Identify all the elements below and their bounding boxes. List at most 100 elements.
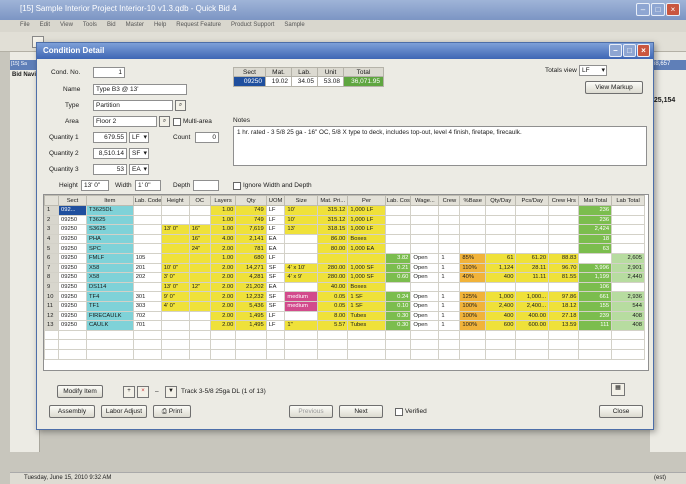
grid-cell-lab-code[interactable]: 301 xyxy=(132,291,162,302)
dialog-titlebar[interactable]: Condition Detail – □ × xyxy=(37,43,653,59)
grid-cell-lab-cost[interactable]: 0.24 xyxy=(384,291,412,302)
grid-cell-wage[interactable] xyxy=(410,243,440,254)
grid-cell-[interactable]: 2 xyxy=(44,214,59,226)
grid-cell-crew[interactable]: 1 xyxy=(438,291,461,302)
grid-cell-per[interactable]: 1,000 SF xyxy=(347,262,386,274)
grid-cell-pcs-day[interactable]: 11.11 xyxy=(515,272,550,283)
grid-cell-lab-cost[interactable]: 0.30 xyxy=(384,310,412,322)
grid-cell-lab-cost[interactable]: 0.21 xyxy=(384,262,412,274)
grid-column-header[interactable]: Mat. Pri... xyxy=(317,195,349,206)
grid-cell-crew-hrs[interactable] xyxy=(548,205,580,216)
totals-view-select[interactable]: LF xyxy=(579,65,607,76)
grid-row[interactable]: 13 09250 CAULK 701 2.00 1,495 LF 1" 5.57 Tubes 0.3… xyxy=(44,320,645,331)
view-markup-button[interactable]: View Markup xyxy=(585,81,643,94)
grid-cell-per[interactable]: Boxes xyxy=(347,233,386,245)
grid-row[interactable]: 9 09250 DS114 13' 0" 12" 2.00 21,202 EA 40.00 Box… xyxy=(44,281,645,293)
grid-cell-mat-pri[interactable]: 0.05 xyxy=(317,300,349,312)
grid-cell-mat-total[interactable]: 2,424 xyxy=(578,224,613,235)
grid-cell-mat-pri[interactable]: 318.15 xyxy=(317,224,349,235)
grid-cell-mat-total[interactable]: 236 xyxy=(578,205,613,216)
grid-cell-sect[interactable]: 09250 xyxy=(58,262,87,274)
grid-cell-mat-total[interactable]: 239 xyxy=(578,310,613,322)
grid-cell-layers[interactable]: 1.00 xyxy=(209,214,237,226)
grid-cell-wage[interactable]: Open xyxy=(410,320,440,331)
grid-cell-mat-pri[interactable]: 280.00 xyxy=(317,262,349,274)
grid-cell-qty-day[interactable]: 400 xyxy=(485,310,517,322)
grid-cell-layers[interactable]: 2.00 xyxy=(209,300,237,312)
grid-cell-sect[interactable]: 09250 xyxy=(58,272,87,283)
grid-cell-qty[interactable]: 749 xyxy=(235,205,267,216)
grid-cell-layers[interactable]: 2.00 xyxy=(209,272,237,283)
grid-cell-qty-day[interactable] xyxy=(485,243,517,254)
grid-column-header[interactable]: Crew xyxy=(438,195,461,206)
grid-cell-layers[interactable]: 2.00 xyxy=(209,291,237,302)
grid-column-header[interactable]: Lab Total xyxy=(611,195,645,206)
grid-cell-crew-hrs[interactable] xyxy=(548,214,580,226)
grid-row[interactable]: 6 09250 FMLF 105 1.00 680 LF 3.82 Open 1 85% 61 61.2… xyxy=(44,252,645,264)
grid-cell-height[interactable] xyxy=(160,252,190,264)
grid-cell-per[interactable]: 1 SF xyxy=(347,300,386,312)
grid-cell-mat-total[interactable]: 111 xyxy=(578,320,613,331)
grid-cell-sect[interactable]: 09250 xyxy=(58,224,87,235)
next-button[interactable]: Next xyxy=(339,405,383,418)
grid-cell-lab-cost[interactable] xyxy=(384,233,412,245)
grid-cell-item[interactable]: T3625DL xyxy=(86,205,134,216)
grid-cell-size[interactable]: 1" xyxy=(284,320,319,331)
modify-item-button[interactable]: Modify Item xyxy=(57,385,103,398)
grid-cell-[interactable]: 10 xyxy=(44,291,59,302)
grid-cell-crew[interactable]: 1 xyxy=(438,300,461,312)
grid-cell-height[interactable] xyxy=(160,214,190,226)
grid-cell-lab-code[interactable] xyxy=(132,224,162,235)
grid-cell-item[interactable]: DS114 xyxy=(86,281,134,293)
grid-cell-item[interactable]: TF4 xyxy=(86,291,134,302)
grid-cell-lab-cost[interactable] xyxy=(384,224,412,235)
grid-cell-crew-hrs[interactable] xyxy=(548,281,580,293)
grid-cell-base[interactable] xyxy=(459,233,487,245)
grid-cell-wage[interactable]: Open xyxy=(410,252,440,264)
grid-cell-layers[interactable]: 2.00 xyxy=(209,320,237,331)
grid-cell-mat-total[interactable]: 661 xyxy=(578,291,613,302)
grid-cell-lab-total[interactable] xyxy=(611,233,645,245)
grid-cell-item[interactable]: SPC xyxy=(86,243,134,254)
grid-column-header[interactable]: Qty xyxy=(235,195,267,206)
menu-item[interactable]: Tools xyxy=(83,22,97,30)
area-input[interactable]: Floor 2 xyxy=(93,116,157,127)
grid-cell-oc[interactable] xyxy=(188,205,211,216)
grid-cell-[interactable]: 12 xyxy=(44,310,59,322)
grid-cell-height[interactable] xyxy=(160,310,190,322)
grid-cell-[interactable]: 4 xyxy=(44,233,59,245)
grid-cell-[interactable]: 1 xyxy=(44,205,59,216)
quantity1-unit-select[interactable]: LF xyxy=(129,132,149,143)
grid-column-header[interactable]: Wage... xyxy=(410,195,440,206)
grid-cell-oc[interactable]: 16" xyxy=(188,233,211,245)
grid-cell-wage[interactable] xyxy=(410,281,440,293)
grid-cell-oc[interactable] xyxy=(188,291,211,302)
grid-cell-size[interactable] xyxy=(284,243,319,254)
grid-cell-mat-total[interactable]: 1,199 xyxy=(578,272,613,283)
grid-cell-lab-code[interactable] xyxy=(132,214,162,226)
grid-cell-sect[interactable]: 09250 xyxy=(58,214,87,226)
quantity3-input[interactable]: 53 xyxy=(93,164,127,175)
count-input[interactable]: 0 xyxy=(195,132,219,143)
grid-cell-wage[interactable] xyxy=(410,233,440,245)
grid-cell-pcs-day[interactable]: 61.20 xyxy=(515,252,550,264)
grid-cell-crew-hrs[interactable] xyxy=(548,233,580,245)
grid-cell-oc[interactable] xyxy=(188,272,211,283)
grid-cell-lab-cost[interactable]: 0.30 xyxy=(384,320,412,331)
grid-cell-qty[interactable]: 14,271 xyxy=(235,262,267,274)
grid-cell-layers[interactable]: 2.00 xyxy=(209,281,237,293)
grid-cell-height[interactable] xyxy=(160,320,190,331)
grid-cell-oc[interactable] xyxy=(188,300,211,312)
grid-cell-base[interactable]: 85% xyxy=(459,252,487,264)
grid-cell-height[interactable]: 4' 0" xyxy=(160,300,190,312)
grid-row[interactable]: 5 09250 SPC 24" 2.00 781 EA 80.00 1,000 EA 63 xyxy=(44,243,645,254)
grid-cell-lab-code[interactable] xyxy=(132,205,162,216)
grid-cell-base[interactable]: 125% xyxy=(459,291,487,302)
grid-cell-item[interactable]: T3625 xyxy=(86,214,134,226)
grid-cell-size[interactable] xyxy=(284,281,319,293)
grid-cell-sect[interactable]: 092... xyxy=(58,205,87,216)
grid-cell-pcs-day[interactable]: 400.00 xyxy=(515,310,550,322)
grid-row[interactable]: 1 092... T3625DL 1.00 749 LF 10' 315.12 1,000 LF… xyxy=(44,205,645,216)
close-icon[interactable]: × xyxy=(666,3,680,16)
grid-cell-per[interactable]: 1,000 LF xyxy=(347,205,386,216)
